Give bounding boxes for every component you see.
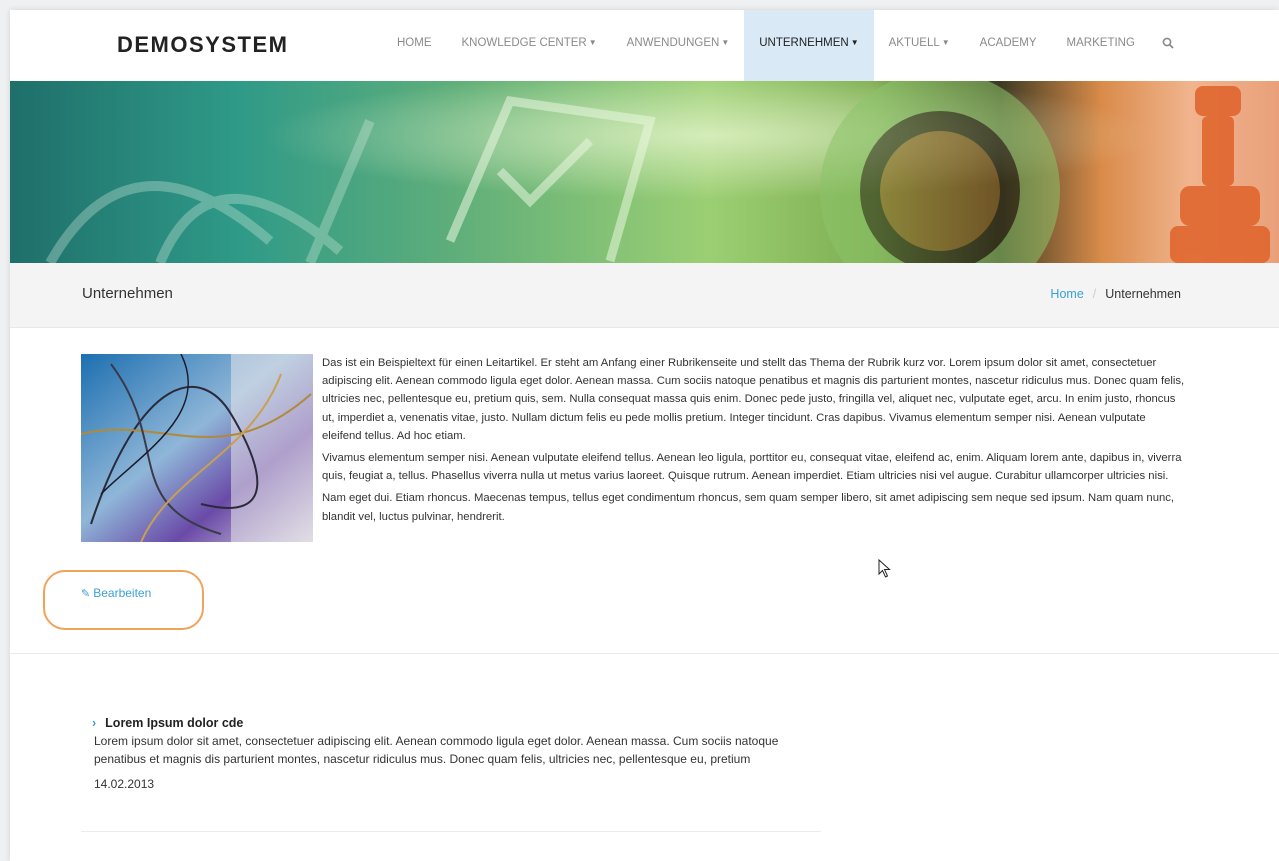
page-title: Unternehmen (82, 285, 173, 302)
edit-icon: ✎ (81, 588, 91, 600)
mouse-cursor-icon (878, 558, 892, 584)
main-menu: HOME KNOWLEDGE CENTER ▼ ANWENDUNGEN ▼ UNTE… (382, 10, 1186, 81)
nav-item-home[interactable]: HOME (382, 10, 447, 81)
section-divider (10, 653, 1279, 654)
page-header-bar: Unternehmen Home / Unternehmen (10, 263, 1279, 328)
caret-down-icon: ▼ (721, 38, 730, 47)
breadcrumb-home-link[interactable]: Home (1050, 287, 1083, 301)
caret-down-icon: ▼ (850, 38, 859, 47)
search-icon (1162, 37, 1174, 49)
site-logo[interactable]: DEMOSYSTEM (117, 32, 288, 58)
news-item-date: 14.02.2013 (94, 777, 155, 791)
article-body: Das ist ein Beispieltext für einen Leita… (81, 354, 1187, 544)
highlight-annotation (43, 570, 204, 630)
news-list: › Lorem Ipsum dolor cde Lorem ipsum dolor… (82, 716, 820, 791)
nav-item-knowledge-center[interactable]: KNOWLEDGE CENTER ▼ (447, 10, 612, 81)
top-navbar: DEMOSYSTEM HOME KNOWLEDGE CENTER ▼ ANWEND… (10, 10, 1279, 81)
edit-link[interactable]: ✎ Bearbeiten (81, 586, 151, 600)
nav-item-unternehmen[interactable]: UNTERNEHMEN ▼ (744, 10, 874, 81)
image-float-spacer (81, 354, 322, 544)
breadcrumb: Home / Unternehmen (1050, 287, 1181, 301)
nav-item-marketing[interactable]: MARKETING (1052, 10, 1150, 81)
edit-link-label: Bearbeiten (93, 586, 152, 600)
news-item-text: Lorem ipsum dolor sit amet, consectetuer… (94, 734, 779, 766)
nav-item-anwendungen[interactable]: ANWENDUNGEN ▼ (612, 10, 745, 81)
browser-page: DEMOSYSTEM HOME KNOWLEDGE CENTER ▼ ANWEND… (10, 10, 1279, 861)
news-item-title[interactable]: › Lorem Ipsum dolor cde (82, 716, 820, 730)
hero-banner-image (10, 81, 1279, 263)
caret-down-icon: ▼ (588, 38, 597, 47)
breadcrumb-current: Unternehmen (1105, 287, 1181, 301)
breadcrumb-separator: / (1092, 287, 1097, 301)
nav-item-aktuell[interactable]: AKTUELL ▼ (874, 10, 965, 81)
search-button[interactable] (1150, 10, 1186, 81)
caret-down-icon: ▼ (941, 38, 950, 47)
news-divider (81, 831, 821, 832)
chevron-right-icon: › (92, 716, 97, 730)
nav-item-academy[interactable]: ACADEMY (965, 10, 1052, 81)
